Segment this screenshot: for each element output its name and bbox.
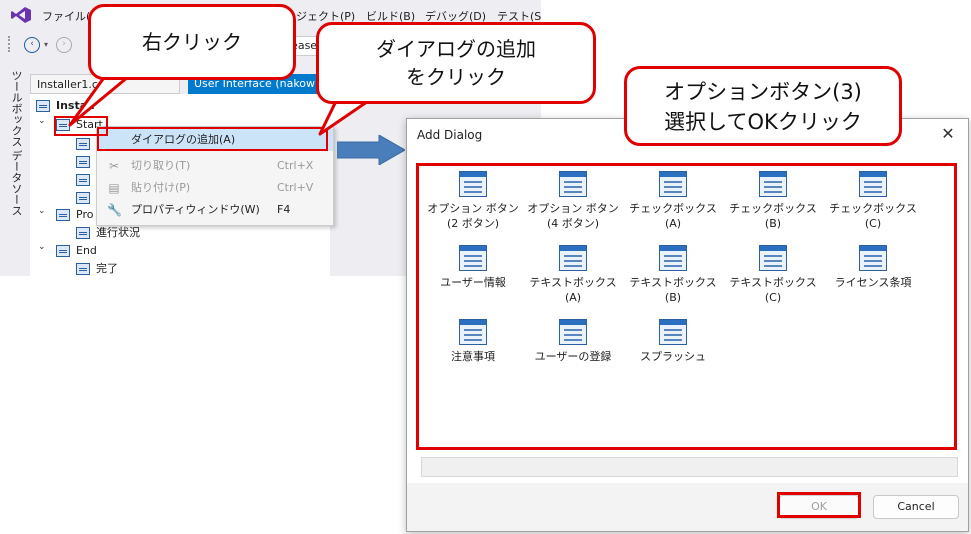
side-tool-strip: ツールボックス データソース <box>0 66 30 276</box>
menu-item-label: 切り取り(T) <box>131 159 191 172</box>
menu-item-properties[interactable]: 🔧 プロパティウィンドウ(W) F4 <box>97 199 333 221</box>
chevron-down-icon[interactable]: ⌄ <box>38 206 48 224</box>
tree-end[interactable]: End <box>76 242 97 260</box>
tree-progress-child[interactable]: 進行状況 <box>96 224 140 242</box>
forward-icon[interactable]: › <box>56 37 72 53</box>
menu-item-label: プロパティウィンドウ(W) <box>131 203 260 216</box>
menu-item-label: 貼り付け(P) <box>131 181 191 194</box>
end-node-icon <box>56 245 70 257</box>
menu-item-shortcut: Ctrl+X <box>277 159 314 172</box>
callout-add-dialog: ダイアログの追加 をクリック <box>316 22 596 104</box>
callout-option-button: オプションボタン(3) 選択してOKクリック <box>624 66 902 146</box>
scissors-icon: ✂ <box>108 159 120 173</box>
back-icon[interactable]: ‹ <box>24 37 40 53</box>
dialog-node-icon <box>76 156 90 168</box>
chevron-down-icon[interactable]: ⌄ <box>38 116 48 134</box>
cancel-button[interactable]: Cancel <box>873 495 959 519</box>
back-dropdown-icon[interactable]: ▾ <box>44 40 48 49</box>
callout-text-line1: オプションボタン(3) <box>664 80 862 104</box>
template-list-highlight <box>416 163 957 450</box>
dialog-node-icon <box>76 227 90 239</box>
chevron-down-icon[interactable]: ⌄ <box>38 242 48 260</box>
close-icon[interactable]: ✕ <box>938 124 958 144</box>
arrow-right-icon <box>337 135 405 165</box>
toolbox-tab[interactable]: ツールボックス <box>8 70 24 147</box>
menu-item-cut[interactable]: ✂ 切り取り(T) Ctrl+X <box>97 155 333 177</box>
dialog-title: Add Dialog <box>417 128 483 142</box>
dialog-node-icon <box>76 192 90 204</box>
progress-node-icon <box>56 209 70 221</box>
callout-text-line2: をクリック <box>406 65 506 89</box>
dialog-node-icon <box>76 263 90 275</box>
datasource-tab[interactable]: データソース <box>8 150 24 216</box>
menu-item-shortcut: F4 <box>277 203 291 216</box>
toolbar-grip <box>8 36 12 52</box>
ok-button-highlight <box>777 492 861 518</box>
callout-text-line2: 選択してOKクリック <box>664 110 862 134</box>
dialog-node-icon <box>76 174 90 186</box>
callout-right-click: 右クリック <box>88 4 296 80</box>
callout-text: 右クリック <box>142 30 242 54</box>
description-area <box>421 457 958 477</box>
dialog-node-icon <box>76 138 90 150</box>
add-dialog-highlight <box>97 127 328 151</box>
installer-root-icon <box>36 100 50 112</box>
wrench-icon: 🔧 <box>107 203 122 217</box>
tree-end-child[interactable]: 完了 <box>96 260 118 276</box>
menu-item-shortcut: Ctrl+V <box>277 181 314 194</box>
visual-studio-logo-icon <box>11 7 31 23</box>
callout-text-line1: ダイアログの追加 <box>376 37 536 61</box>
paste-icon: ▤ <box>108 181 120 195</box>
menu-item-paste[interactable]: ▤ 貼り付け(P) Ctrl+V <box>97 177 333 199</box>
tree-progress[interactable]: Pro <box>76 206 93 224</box>
